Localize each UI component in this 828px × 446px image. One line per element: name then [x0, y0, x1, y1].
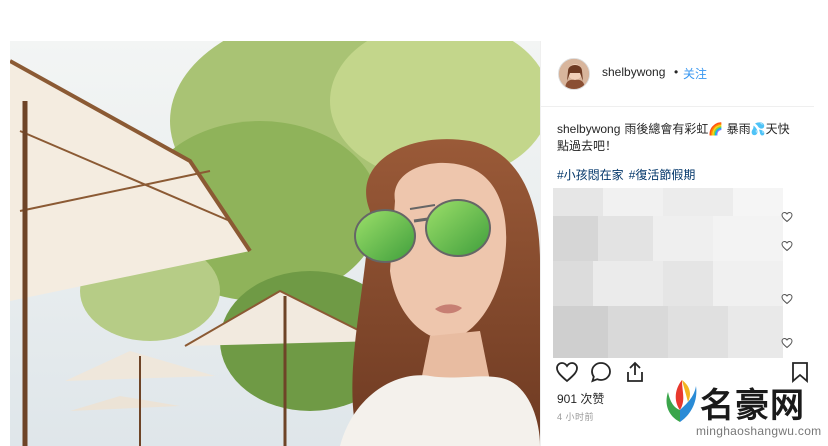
comment-like-icon[interactable] [781, 337, 793, 349]
selfie-image [10, 41, 540, 446]
site-watermark: 名豪网 minghaoshangwu.com [652, 372, 828, 446]
comment-like-icon[interactable] [781, 211, 793, 223]
post-header: shelbywong • 关注 [541, 41, 814, 107]
username-link[interactable]: shelbywong [602, 65, 665, 79]
comment-like-icon[interactable] [781, 240, 793, 252]
caption: shelbywong 雨後總會有彩虹🌈 暴雨💦天快點過去吧！ [557, 121, 797, 155]
post-photo[interactable] [10, 41, 540, 446]
avatar[interactable] [558, 58, 590, 90]
hashtag-link[interactable]: #復活節假期 [629, 168, 696, 182]
comment-like-icon[interactable] [781, 293, 793, 305]
comment-bubble-icon[interactable] [589, 360, 613, 384]
hashtags: #小孩悶在家 #復活節假期 [557, 166, 700, 183]
watermark-url: minghaoshangwu.com [696, 424, 822, 438]
post-timestamp: 4 小时前 [557, 412, 595, 422]
heart-outline-icon[interactable] [555, 360, 579, 384]
blurred-comments [553, 188, 783, 358]
separator-dot: • [674, 65, 679, 79]
post-view: shelbywong • 关注 shelbywong 雨後總會有彩虹🌈 暴雨💦天快… [0, 0, 828, 446]
share-upload-icon[interactable] [623, 360, 647, 384]
avatar-image [559, 59, 589, 89]
watermark-logo [666, 380, 697, 422]
caption-username[interactable]: shelbywong [557, 122, 620, 136]
watermark-title: 名豪网 [700, 386, 805, 426]
like-count[interactable]: 901 次赞 [557, 390, 604, 407]
follow-button[interactable]: 关注 [683, 65, 707, 82]
hashtag-link[interactable]: #小孩悶在家 [557, 168, 624, 182]
